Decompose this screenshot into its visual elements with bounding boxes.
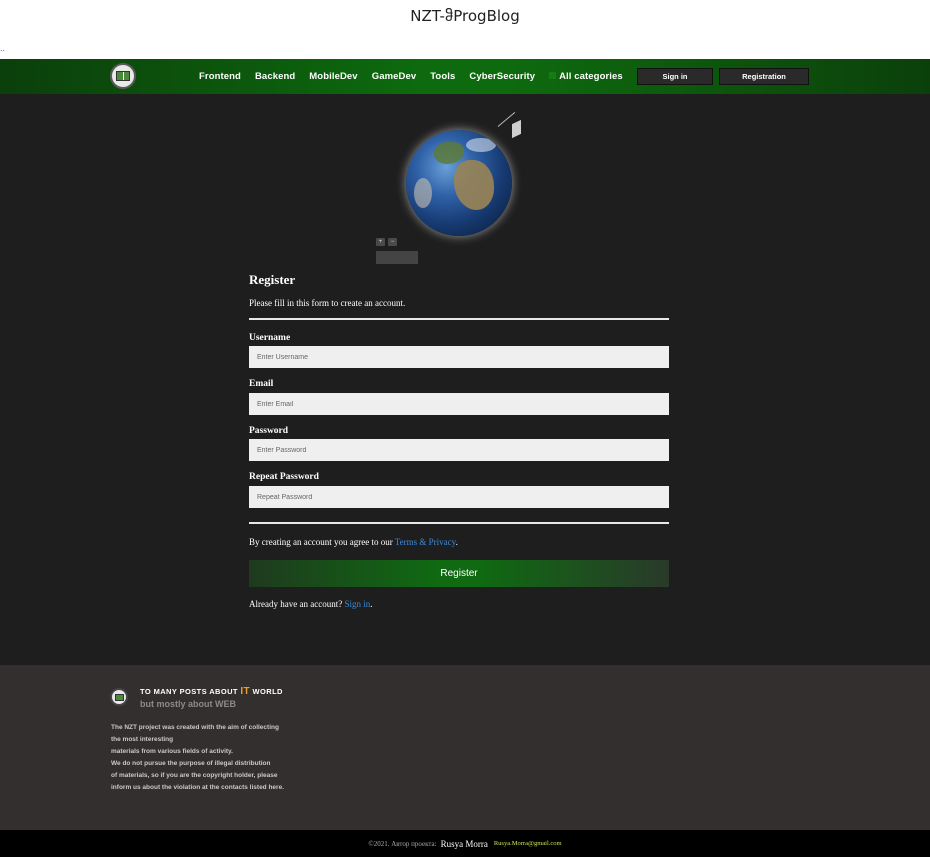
- footer: TO MANY POSTS ABOUT IT WORLD but mostly …: [0, 665, 930, 830]
- globe-zoom-controls: + −: [376, 238, 397, 246]
- nav-link-mobiledev[interactable]: MobileDev: [309, 71, 357, 82]
- footer-logo[interactable]: [110, 688, 128, 706]
- nav-link-tools[interactable]: Tools: [430, 71, 455, 82]
- bottom-bar: ©2021. Автор проекта: Rusya Morra Rusya.…: [0, 830, 930, 857]
- signin-prompt: Already have an account? Sign in.: [249, 599, 373, 609]
- nav-link-all-categories[interactable]: All categories: [549, 71, 623, 82]
- register-button[interactable]: Register: [249, 560, 669, 587]
- zoom-in-button[interactable]: +: [376, 238, 385, 246]
- terms-text: By creating an account you agree to our …: [249, 537, 458, 547]
- username-input[interactable]: [249, 346, 669, 368]
- footer-heading: TO MANY POSTS ABOUT IT WORLD: [140, 686, 283, 697]
- nav-link-backend[interactable]: Backend: [255, 71, 295, 82]
- copyright-text: ©2021. Автор проекта:: [368, 839, 437, 848]
- page-header: NZT-ჵProgBlog: [0, 0, 930, 34]
- all-categories-label: All categories: [559, 71, 623, 82]
- divider: [249, 318, 669, 320]
- repeat-password-label: Repeat Password: [249, 472, 319, 482]
- navbar: Frontend Backend MobileDev GameDev Tools…: [0, 59, 930, 94]
- zoom-out-button[interactable]: −: [388, 238, 397, 246]
- footer-description: The NZT project was created with the aim…: [111, 724, 284, 791]
- site-logo[interactable]: [110, 63, 136, 89]
- nav-link-frontend[interactable]: Frontend: [199, 71, 241, 82]
- page-title: NZT-ჵProgBlog: [410, 7, 520, 25]
- top-dots: ..: [0, 43, 6, 53]
- nav-link-gamedev[interactable]: GameDev: [372, 71, 417, 82]
- email-input[interactable]: [249, 393, 669, 415]
- password-label: Password: [249, 426, 289, 436]
- book-icon: [114, 693, 124, 701]
- author-name: Rusya Morra: [440, 838, 488, 849]
- registration-button[interactable]: Registration: [719, 68, 809, 85]
- repeat-password-input[interactable]: [249, 486, 669, 508]
- globe-tag: [376, 251, 418, 264]
- form-subtitle: Please fill in this form to create an ac…: [249, 298, 406, 308]
- email-label: Email: [249, 379, 274, 389]
- author-email[interactable]: Rusya.Morra@gmail.com: [494, 840, 562, 847]
- divider: [249, 522, 669, 524]
- signin-button[interactable]: Sign in: [637, 68, 713, 85]
- globe-image[interactable]: [406, 130, 512, 236]
- form-heading: Register: [249, 272, 296, 287]
- nav-link-cybersecurity[interactable]: CyberSecurity: [469, 71, 535, 82]
- terms-link[interactable]: Terms & Privacy: [395, 537, 456, 547]
- signin-link[interactable]: Sign in: [344, 599, 370, 609]
- footer-subheading: but mostly about WEB: [140, 699, 236, 709]
- grid-icon: [549, 72, 557, 79]
- password-input[interactable]: [249, 439, 669, 461]
- username-label: Username: [249, 333, 291, 343]
- book-icon: [116, 71, 130, 81]
- nav-links: Frontend Backend MobileDev GameDev Tools…: [199, 59, 637, 94]
